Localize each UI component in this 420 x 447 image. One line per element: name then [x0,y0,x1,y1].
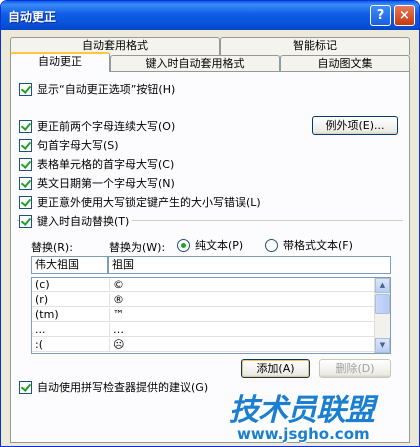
add-button[interactable]: 添加(A) [241,359,310,378]
title-bar: 自动更正 ? × [1,1,419,30]
formatted-text-option[interactable]: 带格式文本(F) [265,237,353,253]
option-label: 句首字母大写(S) [37,139,119,152]
entry-to: … [113,323,124,336]
checkbox[interactable] [19,380,32,394]
entry-from: :( [32,338,110,352]
scroll-down-arrow-icon[interactable]: ▼ [375,338,390,353]
autocorrect-dialog: 自动更正 ? × 自动套用格式 智能标记 自动更正 键入时自动套用格式 自动图文… [0,0,420,447]
entry-to: ® [113,293,124,306]
checkbox[interactable] [19,195,32,209]
entry-to: ☹ [113,338,125,351]
scroll-up-arrow-icon[interactable]: ▲ [375,278,390,293]
exceptions-button[interactable]: 例外项(E)... [312,116,398,135]
list-item[interactable]: ... … [32,323,375,337]
entry-from: (c) [32,278,110,292]
list-item[interactable]: (c) © [32,278,375,292]
option-label: 自动使用拼写检查器提供的建议(G) [37,381,209,394]
radio[interactable] [265,238,278,252]
checkbox[interactable] [19,176,32,190]
radio-label: 纯文本(P) [195,239,244,252]
radio[interactable] [177,238,190,252]
checkbox[interactable] [19,82,32,96]
watermark-url: www.jsgho.com [237,425,370,443]
option-capitalize-sentence[interactable]: 句首字母大写(S) [19,137,119,153]
option-label: 更正前两个字母连续大写(O) [37,120,176,133]
replace-label: 替换(R): [31,241,73,254]
checkbox[interactable] [19,214,32,228]
tab-smart-tags[interactable]: 智能标记 [220,37,410,55]
option-label: 显示“自动更正选项”按钮(H) [37,83,176,96]
list-item[interactable]: :( ☹ [32,338,375,352]
watermark-logo: 技术员联盟 [229,393,375,428]
checkbox[interactable] [19,119,32,133]
option-show-buttons[interactable]: 显示“自动更正选项”按钮(H) [19,81,175,97]
option-capitalize-table-cell[interactable]: 表格单元格的首字母大写(C) [19,156,174,172]
replace-input[interactable]: 伟大祖国 [31,256,108,274]
plain-text-option[interactable]: 纯文本(P) [177,237,243,253]
delete-button[interactable]: 删除(D) [319,359,391,378]
option-label: 键入时自动替换(T) [37,215,130,228]
option-replace-as-you-type[interactable]: 键入时自动替换(T) [19,213,133,229]
help-button[interactable]: ? [370,5,391,26]
tab-autocorrect[interactable]: 自动更正 [10,52,110,72]
option-caps-lock[interactable]: 更正意外使用大写锁定键产生的大小写错误(L) [19,194,261,210]
list-scrollbar[interactable]: ▲ ▼ [374,278,390,353]
option-label: 英文日期第一个字母大写(N) [37,177,175,190]
radio-label: 带格式文本(F) [283,239,353,252]
option-capitalize-days[interactable]: 英文日期第一个字母大写(N) [19,175,175,191]
close-button[interactable]: × [394,5,415,26]
checkbox[interactable] [19,138,32,152]
entry-to: © [113,278,124,291]
checkbox[interactable] [19,157,32,171]
option-label: 更正意外使用大写锁定键产生的大小写错误(L) [37,196,261,209]
option-spellcheck-suggestions[interactable]: 自动使用拼写检查器提供的建议(G) [19,379,208,395]
list-item[interactable]: (r) ® [32,293,375,307]
entry-from: (tm) [32,308,110,322]
window-title: 自动更正 [8,10,57,24]
entry-from: ... [32,323,110,337]
autocorrect-entries-list[interactable]: (c) © (r) ® (tm) ™ ... … :( ☹ ▲ ▼ [31,277,391,354]
with-input[interactable]: 祖国 [108,256,391,274]
option-label: 表格单元格的首字母大写(C) [37,158,175,171]
scroll-thumb[interactable] [375,294,390,314]
entry-from: (r) [32,293,110,307]
entry-to: ™ [113,308,124,321]
list-item[interactable]: (tm) ™ [32,308,375,322]
with-label: 替换为(W): [109,241,166,254]
option-two-initial-caps[interactable]: 更正前两个字母连续大写(O) [19,118,175,134]
